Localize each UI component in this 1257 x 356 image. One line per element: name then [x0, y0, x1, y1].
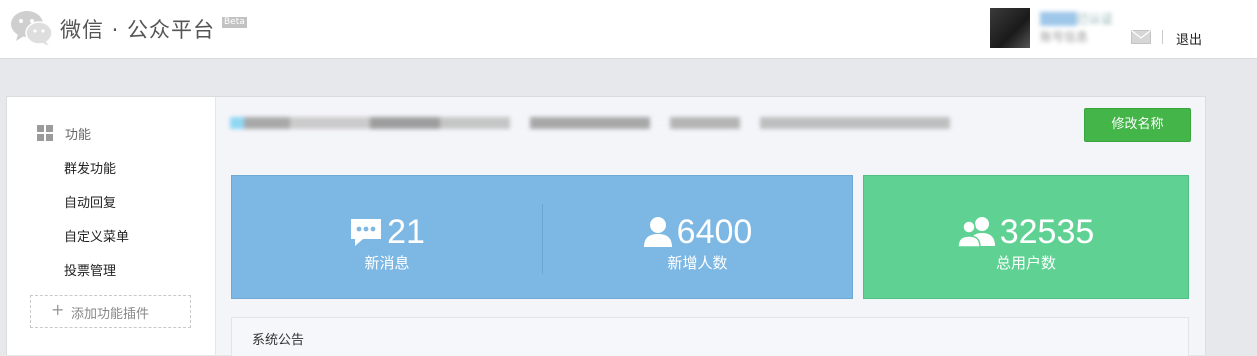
- dashboard-content: 修改名称 21 新消息 6400 新增人数 32535 总用户数 系统公告: [216, 97, 1205, 356]
- account-name-blurred: [230, 117, 950, 129]
- new-messages-count: 21: [387, 213, 425, 251]
- platform-title: 微信 · 公众平台: [60, 18, 216, 42]
- add-plugin-button[interactable]: + 添加功能插件: [30, 295, 191, 328]
- add-plugin-label: 添加功能插件: [71, 307, 150, 322]
- stat-new-users[interactable]: 6400 新增人数: [543, 176, 852, 298]
- sidebar-item-mass-send[interactable]: 群发功能: [64, 158, 116, 177]
- stats-today-card: 21 新消息 6400 新增人数: [231, 175, 853, 299]
- stat-total-users[interactable]: 32535 总用户数: [864, 176, 1188, 298]
- account-name[interactable]: ████已认证: [1040, 10, 1113, 27]
- avatar[interactable]: [990, 8, 1030, 48]
- sidebar-item-auto-reply[interactable]: 自动回复: [64, 192, 116, 211]
- chat-bubble-icon: [351, 219, 382, 246]
- sidebar-section-label: 功能: [65, 128, 92, 143]
- sidebar-item-custom-menu[interactable]: 自定义菜单: [64, 226, 129, 245]
- new-users-count: 6400: [676, 213, 753, 251]
- stats-total-card: 32535 总用户数: [863, 175, 1189, 299]
- new-messages-label: 新消息: [364, 254, 410, 272]
- logout-link[interactable]: 退出: [1176, 29, 1202, 48]
- grid-icon: [37, 125, 53, 141]
- top-bar: 微信 · 公众平台 Beta ████已认证 账号信息 退出: [0, 0, 1257, 59]
- mail-icon[interactable]: [1131, 30, 1151, 44]
- total-users-label: 总用户数: [995, 254, 1056, 272]
- rename-button[interactable]: 修改名称: [1084, 108, 1191, 142]
- user-icon: [643, 217, 672, 247]
- new-users-label: 新增人数: [667, 254, 728, 272]
- beta-badge: Beta: [222, 17, 247, 28]
- account-subtitle: 账号信息: [1040, 30, 1089, 44]
- sidebar-item-vote-manage[interactable]: 投票管理: [64, 260, 116, 279]
- system-notice-title: 系统公告: [252, 333, 305, 348]
- system-notice-panel: 系统公告: [231, 317, 1189, 356]
- sidebar: 功能 群发功能 自动回复 自定义菜单 投票管理 + 添加功能插件: [7, 97, 216, 355]
- header-divider: [1162, 30, 1163, 44]
- stat-new-messages[interactable]: 21 新消息: [232, 176, 542, 298]
- total-users-count: 32535: [999, 213, 1095, 251]
- wechat-logo-icon: [11, 11, 53, 46]
- plus-icon: +: [51, 300, 65, 319]
- users-icon: [957, 217, 995, 248]
- main-panel: 功能 群发功能 自动回复 自定义菜单 投票管理 + 添加功能插件 修改名称 21…: [6, 96, 1206, 356]
